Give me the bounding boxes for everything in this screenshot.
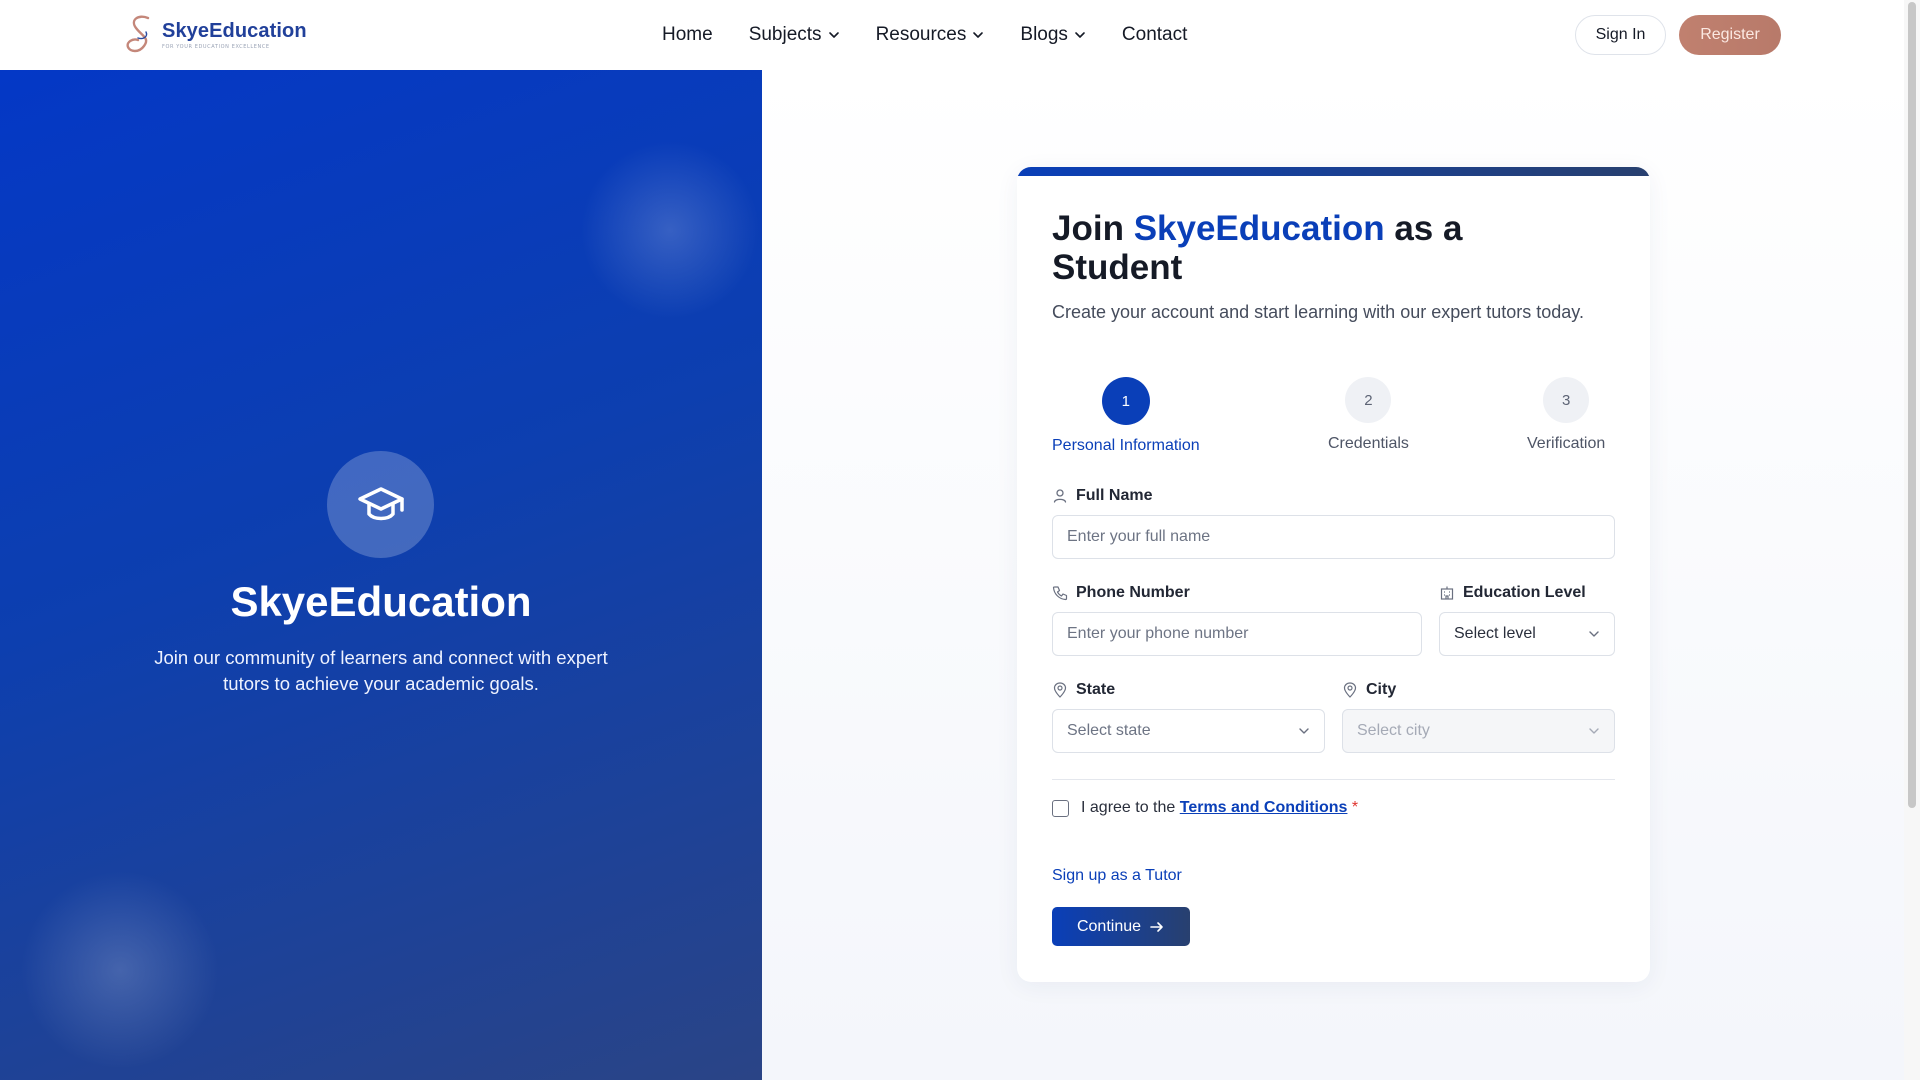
- city-value: Select city: [1357, 722, 1430, 739]
- phone-icon: [1052, 586, 1068, 601]
- step-label: Credentials: [1328, 435, 1409, 452]
- hero-icon-circle: [327, 451, 434, 558]
- nav-contact[interactable]: Contact: [1122, 24, 1187, 46]
- graduation-cap-icon: [357, 486, 404, 520]
- hero-panel: SkyeEducation Join our community of lear…: [0, 70, 762, 1080]
- step-number: 1: [1101, 377, 1150, 425]
- terms-text: I agree to the Terms and Conditions *: [1081, 799, 1358, 817]
- nav-contact-label: Contact: [1121, 24, 1188, 45]
- hero-title: SkyeEducation: [230, 578, 532, 625]
- nav-blogs-label: Blogs: [1020, 24, 1068, 45]
- city-label-text: City: [1366, 681, 1397, 698]
- city-select[interactable]: Select city: [1342, 709, 1615, 753]
- arrow-right-icon: [1150, 921, 1163, 932]
- scrollbar-thumb[interactable]: [1908, 2, 1916, 808]
- chevron-down-icon: [973, 32, 984, 38]
- nav-resources[interactable]: Resources: [876, 24, 985, 46]
- required-mark: *: [1351, 799, 1359, 816]
- stepper: 1 Personal Information 2 Credentials 3 V…: [1052, 377, 1615, 457]
- full-name-input[interactable]: Enter your full name: [1052, 515, 1615, 559]
- chevron-down-icon: [828, 32, 839, 38]
- chevron-down-icon: [1589, 631, 1599, 637]
- sign-up-tutor-link[interactable]: Sign up as a Tutor: [1052, 867, 1182, 885]
- logo-name: SkyeEducation: [162, 20, 307, 42]
- form-subtitle: Create your account and start learning w…: [1052, 302, 1584, 322]
- nav-home-label: Home: [662, 24, 713, 45]
- education-level-label: Education Level: [1439, 584, 1586, 602]
- nav-subjects-label: Subjects: [748, 24, 822, 45]
- terms-agreement: I agree to the Terms and Conditions *: [1052, 799, 1358, 817]
- step-label: Personal Information: [1052, 437, 1200, 454]
- phone-number-label: Phone Number: [1052, 584, 1190, 602]
- decorative-blob: [20, 870, 220, 1070]
- city-label: City: [1342, 681, 1396, 699]
- signup-card: Join SkyeEducation as a Student Create y…: [1017, 167, 1650, 982]
- chevron-down-icon: [1075, 32, 1085, 38]
- terms-checkbox[interactable]: [1052, 799, 1069, 817]
- step-number: 2: [1345, 377, 1392, 423]
- chevron-down-icon: [1299, 728, 1309, 734]
- state-label-text: State: [1076, 681, 1116, 698]
- step-credentials[interactable]: 2 Credentials: [1328, 377, 1409, 453]
- building-icon: [1440, 586, 1454, 600]
- main-nav: Home Subjects Resources Blogs Contact: [662, 0, 1187, 70]
- education-level-select[interactable]: Select level: [1439, 612, 1615, 656]
- continue-label: Continue: [1076, 917, 1142, 935]
- logo-mark-icon: [126, 15, 150, 53]
- phone-number-input[interactable]: Enter your phone number: [1052, 612, 1422, 656]
- state-value: Select state: [1067, 722, 1151, 739]
- step-personal-information[interactable]: 1 Personal Information: [1052, 377, 1200, 455]
- state-label: State: [1052, 681, 1115, 699]
- logo[interactable]: SkyeEducation FOR YOUR EDUCATION EXCELLE…: [124, 14, 307, 56]
- step-verification[interactable]: 3 Verification: [1527, 377, 1605, 453]
- nav-blogs[interactable]: Blogs: [1020, 24, 1086, 46]
- map-pin-icon: [1343, 682, 1357, 698]
- nav-subjects[interactable]: Subjects: [749, 24, 840, 46]
- full-name-label-text: Full Name: [1076, 487, 1153, 504]
- page-scrollbar[interactable]: [1904, 0, 1920, 1080]
- user-icon: [1053, 489, 1067, 503]
- continue-button[interactable]: Continue: [1052, 907, 1190, 946]
- chevron-down-icon: [1589, 728, 1599, 734]
- education-level-value: Select level: [1454, 625, 1536, 642]
- decorative-blob: [580, 140, 760, 320]
- form-title-brand: SkyeEducation: [1133, 209, 1385, 248]
- form-divider: [1052, 779, 1615, 780]
- map-pin-icon: [1053, 682, 1067, 698]
- register-button[interactable]: Register: [1679, 15, 1781, 55]
- form-title: Join SkyeEducation as a Student: [1052, 209, 1572, 287]
- hero-subtitle: Join our community of learners and conne…: [154, 647, 608, 694]
- phone-number-label-text: Phone Number: [1076, 584, 1190, 601]
- terms-link[interactable]: Terms and Conditions: [1180, 799, 1348, 816]
- logo-tagline: FOR YOUR EDUCATION EXCELLENCE: [162, 44, 270, 50]
- sign-in-button[interactable]: Sign In: [1575, 15, 1666, 55]
- education-level-label-text: Education Level: [1463, 584, 1586, 601]
- full-name-label: Full Name: [1052, 487, 1152, 505]
- nav-resources-label: Resources: [875, 24, 967, 45]
- step-label: Verification: [1527, 435, 1606, 452]
- state-select[interactable]: Select state: [1052, 709, 1325, 753]
- agree-prefix: I agree to the: [1081, 799, 1180, 816]
- form-title-prefix: Join: [1052, 209, 1134, 248]
- card-accent-bar: [1017, 167, 1650, 176]
- site-header: SkyeEducation FOR YOUR EDUCATION EXCELLE…: [0, 0, 1904, 70]
- nav-home[interactable]: Home: [662, 24, 713, 46]
- step-number: 3: [1543, 377, 1590, 423]
